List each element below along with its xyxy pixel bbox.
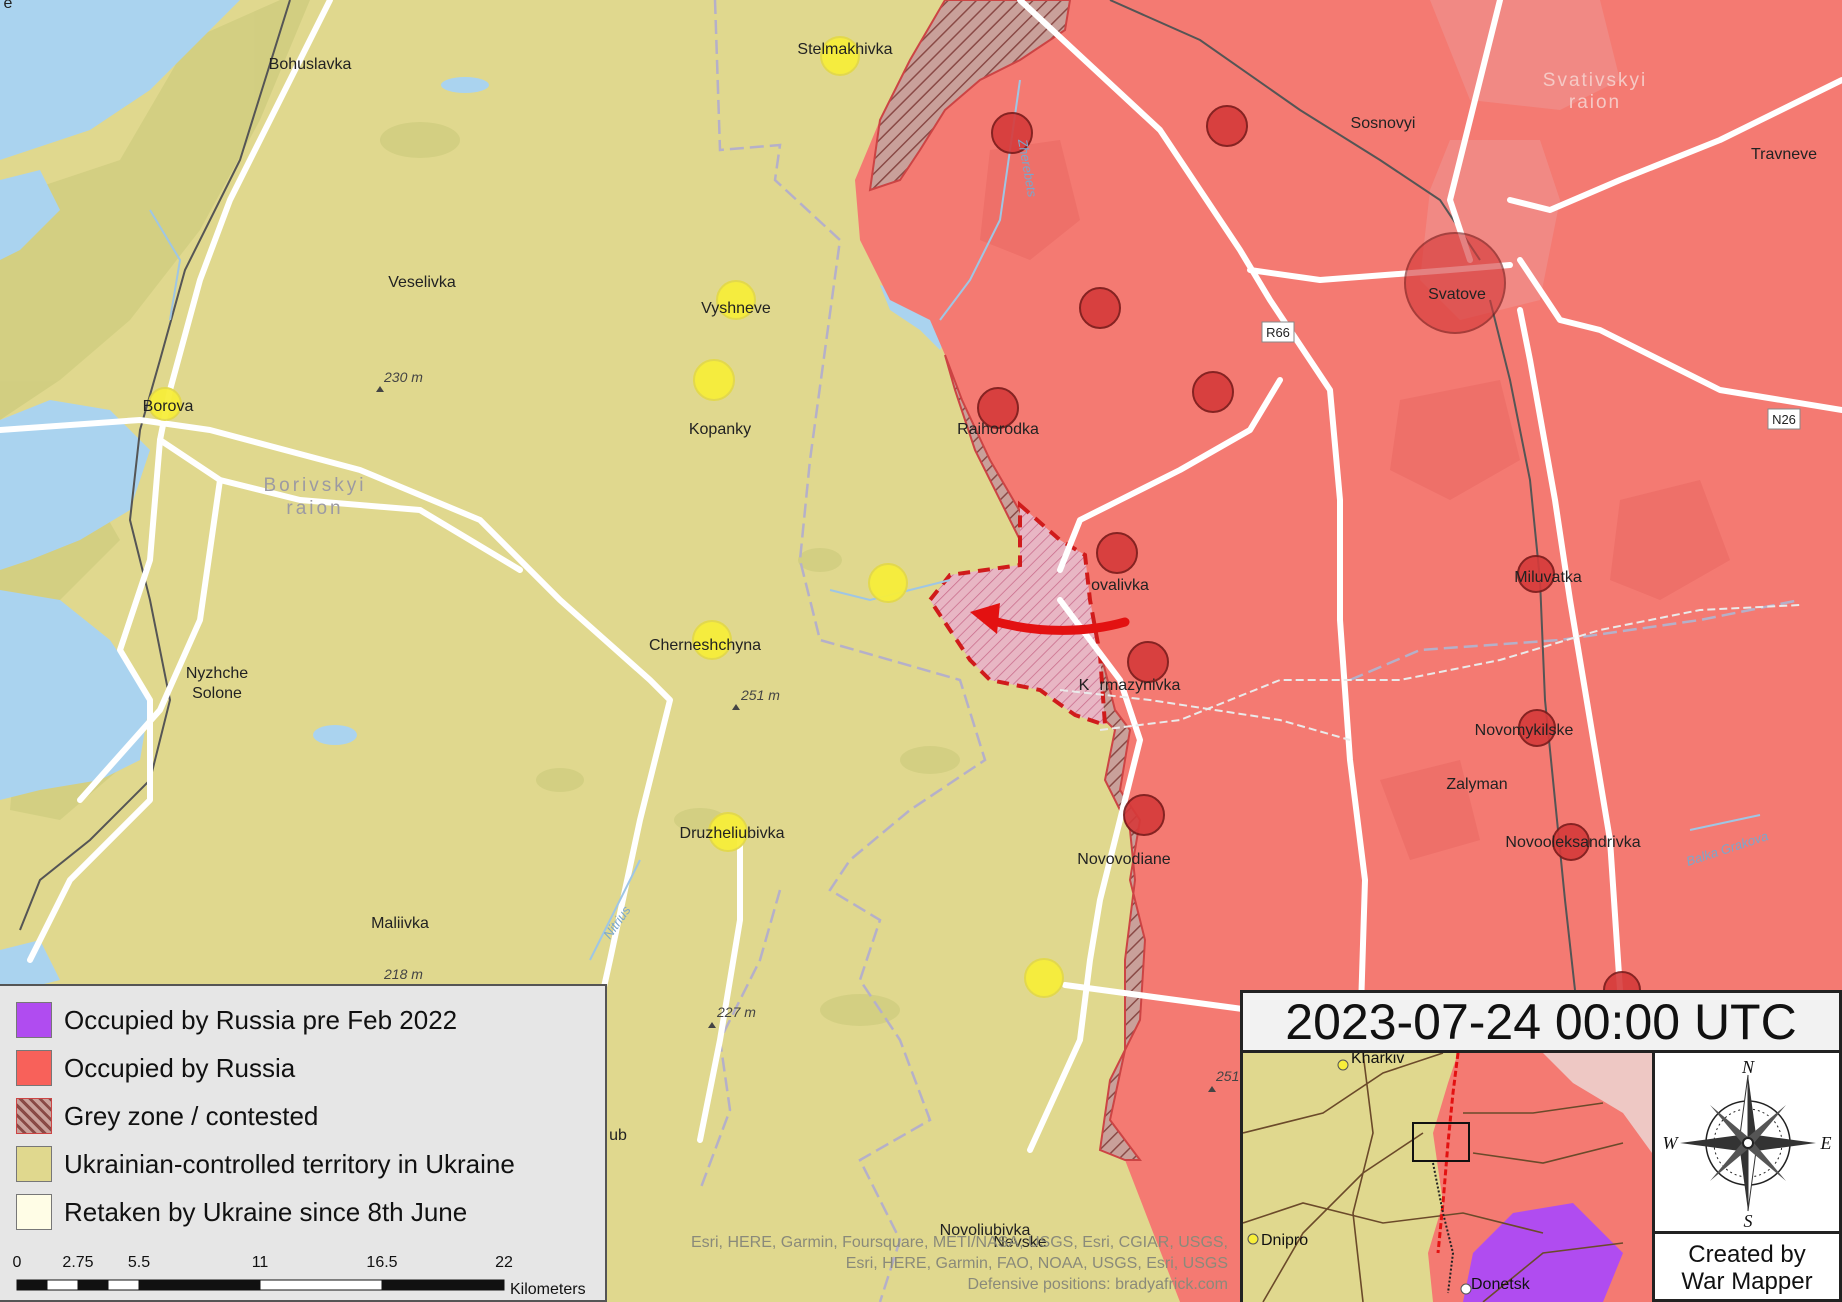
legend-label: Occupied by Russia (64, 1052, 296, 1083)
scale-tick-11: 11 (252, 1254, 269, 1271)
compass-e: E (1820, 1133, 1832, 1153)
legend-item-russia-pre2022: Occupied by Russia pre Feb 2022 (16, 1000, 457, 1040)
svg-text:R66: R66 (1266, 325, 1290, 340)
label-cherneshchyna: Cherneshchyna (649, 637, 761, 654)
legend-swatch-grey-zone (16, 1098, 52, 1134)
label-novovodiane: Novovodiane (1077, 851, 1171, 868)
credit: Created by War Mapper (1655, 1231, 1839, 1302)
date-stamp: 2023-07-24 00:00 UTC (1243, 993, 1839, 1053)
credit-line: Created by (1688, 1241, 1806, 1268)
attribution-line: Esri, HERE, Garmin, FAO, NOAA, USGS, Esr… (845, 1255, 1228, 1272)
label-nyzhche: Nyzhche (186, 665, 248, 682)
label-kurmazynivka-b: rmazynivka (1100, 677, 1181, 694)
label-svativskyi: Svativskyi (1543, 70, 1647, 91)
label-sosnovyi: Sosnovyi (1351, 115, 1416, 132)
label-elev-230: 230 m (383, 369, 423, 385)
label-raion-borivskyi: raion (286, 498, 343, 519)
legend-item-ukraine: Ukrainian-controlled territory in Ukrain… (16, 1144, 515, 1184)
svg-text:N26: N26 (1772, 412, 1796, 427)
legend-item-retaken: Retaken by Ukraine since 8th June (16, 1192, 467, 1232)
label-elev-251a: 251 m (740, 687, 780, 703)
legend-label: Grey zone / contested (64, 1100, 319, 1131)
legend-label: Retaken by Ukraine since 8th June (64, 1196, 468, 1227)
label-svatove: Svatove (1428, 286, 1486, 303)
inset-overview-map[interactable]: Kharkiv Dnipro Donetsk (1243, 1053, 1655, 1302)
legend-label: Ukrainian-controlled territory in Ukrain… (64, 1148, 515, 1179)
road-shield-n26: N26 (1767, 408, 1801, 430)
label-veselivka: Veselivka (388, 274, 456, 291)
label-miluvatka: Miluvatka (1514, 569, 1582, 586)
compass-n: N (1741, 1057, 1755, 1077)
credit-line: War Mapper (1681, 1268, 1813, 1295)
label-elev-218: 218 m (383, 966, 423, 982)
label-stelmakhivka: Stelmakhivka (797, 41, 892, 58)
scale-unit: Kilometers (510, 1281, 586, 1298)
attribution-line: Defensive positions: bradyafrick.com (967, 1276, 1228, 1293)
label-travneve: Travneve (1751, 146, 1817, 163)
label-kopanky: Kopanky (689, 421, 751, 438)
label-edge-e: e (4, 0, 13, 12)
scale-tick-165: 16.5 (366, 1254, 397, 1271)
label-raihorodka: Raihorodka (957, 421, 1039, 438)
road-shield-r66: R66 (1261, 321, 1295, 343)
label-elev-251b: 251 (1215, 1068, 1239, 1084)
scale-tick-55: 5.5 (128, 1254, 150, 1271)
label-maliivka: Maliivka (371, 915, 429, 932)
label-bohuslavka: Bohuslavka (269, 56, 352, 73)
label-novovalivka: ovalivka (1091, 577, 1149, 594)
compass-s: S (1744, 1211, 1753, 1230)
label-solone: Solone (192, 685, 242, 702)
label-kurmazynivka-a: K (1079, 677, 1090, 694)
inset-label-kharkiv: Kharkiv (1351, 1053, 1404, 1067)
attribution-line: Esri, HERE, Garmin, Foursquare, METI/NAS… (691, 1234, 1228, 1251)
scale-tick-22: 22 (495, 1254, 513, 1271)
compass-rose-icon: N S E W (1663, 1057, 1832, 1230)
label-novomykilske: Novomykilske (1475, 722, 1574, 739)
legend-label: Occupied by Russia pre Feb 2022 (64, 1004, 458, 1035)
label-novooleksandrivka: Novooleksandrivka (1505, 834, 1640, 851)
scale-tick-275: 2.75 (62, 1254, 93, 1271)
inset-label-dnipro: Dnipro (1261, 1232, 1308, 1249)
legend-swatch-russia (16, 1050, 52, 1086)
label-druzheliubivka: Druzheliubivka (680, 825, 785, 842)
legend-item-grey-zone: Grey zone / contested (16, 1096, 318, 1136)
scale-tick-0: 0 (13, 1254, 22, 1271)
legend-swatch-retaken (16, 1194, 52, 1230)
label-borivskyi: Borivskyi (263, 475, 366, 496)
label-ub: ub (609, 1127, 627, 1144)
scale-bar: 0 2.75 5.5 11 16.5 22 Kilometers (13, 1254, 586, 1298)
legend-item-russia: Occupied by Russia (16, 1048, 295, 1088)
inset-label-donetsk: Donetsk (1471, 1276, 1531, 1293)
inset-panel: 2023-07-24 00:00 UTC Kharkiv Dnipro Done… (1240, 990, 1842, 1302)
attribution: Esri, HERE, Garmin, Foursquare, METI/NAS… (691, 1232, 1228, 1295)
legend-swatch-ukraine (16, 1146, 52, 1182)
legend-swatch-russia-pre2022 (16, 1002, 52, 1038)
label-borova: Borova (143, 398, 194, 415)
label-zalyman: Zalyman (1446, 776, 1507, 793)
label-raion-svativskyi: raion (1569, 92, 1621, 113)
label-elev-227: 227 m (716, 1004, 756, 1020)
label-vyshneve: Vyshneve (701, 300, 771, 317)
compass-w: W (1663, 1133, 1680, 1153)
